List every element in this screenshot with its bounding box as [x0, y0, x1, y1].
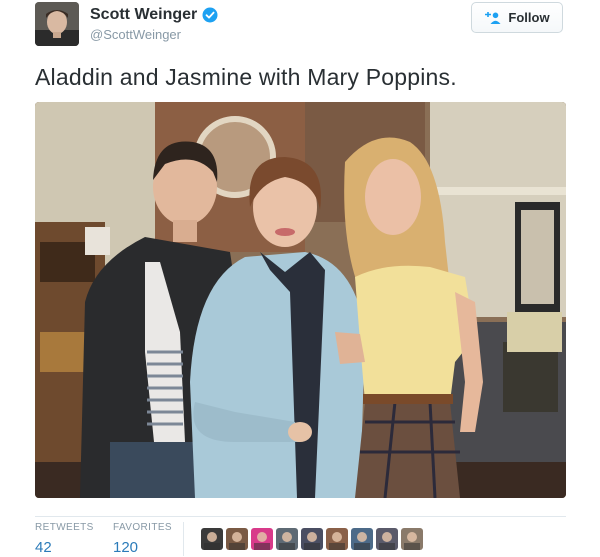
favoriter-avatar[interactable] — [351, 528, 373, 550]
favoriter-avatar[interactable] — [201, 528, 223, 550]
tweet-photo[interactable] — [35, 102, 566, 498]
verified-badge-icon — [202, 7, 218, 23]
tweet-photo-image — [35, 102, 566, 498]
author-handle[interactable]: @ScottWeinger — [90, 27, 181, 42]
favoriter-avatar[interactable] — [251, 528, 273, 550]
retweets-stat[interactable]: RETWEETS 42 — [35, 522, 94, 556]
favoriter-avatar[interactable] — [401, 528, 423, 550]
favorites-stat[interactable]: FAVORITES 120 — [113, 522, 172, 556]
tweet-stats: RETWEETS 42 FAVORITES 120 — [35, 522, 566, 557]
retweets-label: RETWEETS — [35, 522, 94, 533]
favorites-label: FAVORITES — [113, 522, 172, 533]
author-name-row: Scott Weinger — [90, 6, 218, 24]
favoriter-avatar[interactable] — [301, 528, 323, 550]
stats-vertical-divider — [183, 522, 184, 556]
stats-divider-line — [35, 516, 566, 517]
favoriter-avatar[interactable] — [326, 528, 348, 550]
tweet-text: Aladdin and Jasmine with Mary Poppins. — [35, 64, 457, 90]
author-name[interactable]: Scott Weinger — [90, 6, 197, 24]
retweets-count: 42 — [35, 539, 52, 556]
author-avatar[interactable] — [35, 2, 79, 46]
add-person-icon — [484, 11, 502, 24]
favoriter-avatar[interactable] — [376, 528, 398, 550]
follow-button-label: Follow — [508, 10, 550, 25]
favoriter-avatar[interactable] — [226, 528, 248, 550]
follow-button[interactable]: Follow — [471, 2, 563, 33]
author-avatar-photo — [35, 2, 79, 46]
favorites-count: 120 — [113, 539, 139, 556]
tweet-header: Scott Weinger @ScottWeinger Follow — [35, 0, 565, 50]
favoriter-avatar[interactable] — [276, 528, 298, 550]
favoriters-avatars — [201, 528, 423, 550]
